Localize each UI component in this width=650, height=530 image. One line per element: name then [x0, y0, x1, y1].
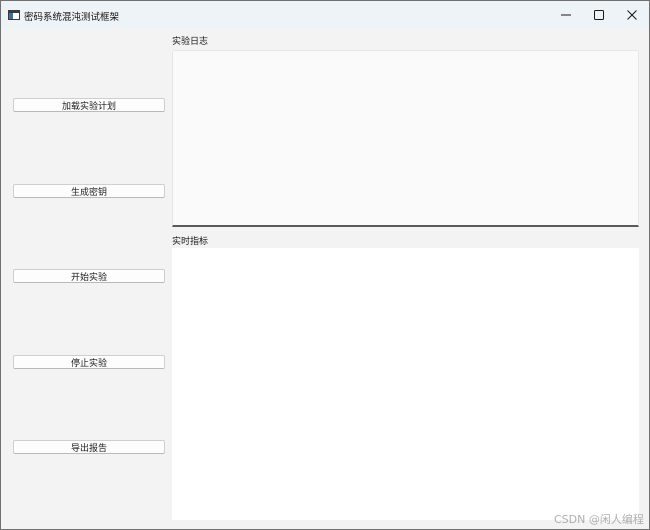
minimize-icon — [561, 14, 571, 16]
app-window-icon — [8, 10, 20, 20]
maximize-icon — [594, 10, 604, 20]
log-label: 实验日志 — [172, 37, 209, 47]
load-plan-button[interactable]: 加载实验计划 — [13, 98, 165, 112]
window-title: 密码系统混沌测试框架 — [24, 12, 120, 23]
generate-key-button[interactable]: 生成密钥 — [13, 184, 165, 198]
stop-experiment-button[interactable]: 停止实验 — [13, 355, 165, 369]
title-bar[interactable]: 密码系统混沌测试框架 — [1, 1, 649, 29]
start-experiment-button[interactable]: 开始实验 — [13, 269, 165, 283]
minimize-button[interactable] — [549, 1, 583, 29]
watermark: CSDN @闲人编程 — [554, 513, 644, 526]
close-icon — [627, 10, 637, 20]
log-textarea[interactable] — [172, 50, 639, 227]
close-button[interactable] — [615, 1, 649, 29]
metrics-label: 实时指标 — [172, 237, 209, 247]
metrics-canvas — [172, 248, 639, 520]
main-window: 密码系统混沌测试框架 加载实验计划 生成密钥 开始实验 停止实验 导出报告 实验… — [0, 0, 650, 530]
export-report-button[interactable]: 导出报告 — [13, 440, 165, 454]
control-sidebar: 加载实验计划 生成密钥 开始实验 停止实验 导出报告 — [1, 29, 169, 529]
maximize-button[interactable] — [582, 1, 616, 29]
